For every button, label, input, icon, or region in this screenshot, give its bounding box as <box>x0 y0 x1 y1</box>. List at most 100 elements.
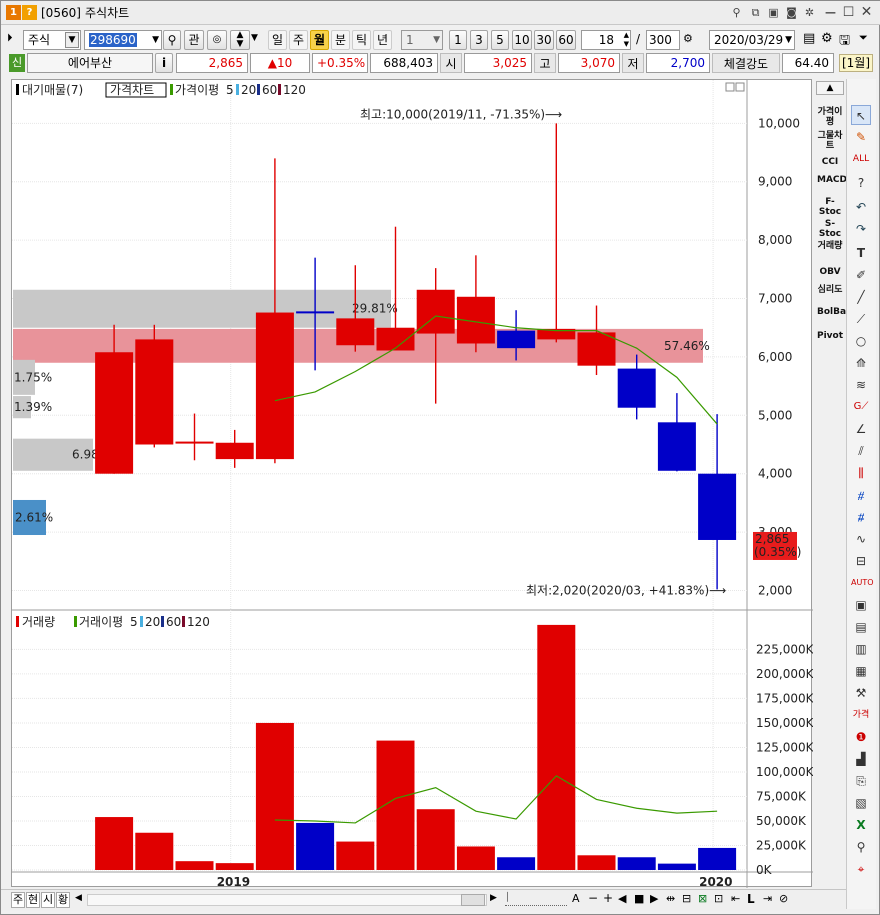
arrow-left-icon[interactable]: ⇤ <box>731 892 740 905</box>
grid-icon[interactable]: ▦ <box>851 661 871 681</box>
ruler-icon[interactable]: ▟ <box>851 749 871 769</box>
regression-icon[interactable]: ⊟ <box>851 551 871 571</box>
indicator-macd[interactable]: MACD <box>817 175 847 185</box>
count-stepper[interactable]: 18 ▲ ▼ <box>581 30 631 50</box>
bottom-tab-hwang[interactable]: 황 <box>56 892 70 908</box>
date-picker[interactable]: 2020/03/29 ▼ <box>709 30 795 50</box>
search-icon[interactable]: ⚲ <box>163 30 181 50</box>
max-count-input[interactable]: 300 <box>646 30 680 50</box>
indicator-fstoc[interactable]: F-Stoc <box>817 197 843 217</box>
expand-icon[interactable]: ⏷ <box>859 31 868 45</box>
zoom-in-icon[interactable]: + <box>603 891 613 905</box>
tool-icon[interactable]: ⚒ <box>851 683 871 703</box>
indicator-obv[interactable]: OBV <box>817 267 843 277</box>
camera-icon[interactable]: ◙ <box>784 5 799 20</box>
min-60-button[interactable]: 60 <box>556 30 576 50</box>
export-icon[interactable]: ⊠ <box>698 892 707 905</box>
indicator-cci[interactable]: CCI <box>817 157 843 167</box>
chart-area[interactable]: 10,0009,0008,0007,0006,0005,0004,0003,00… <box>11 79 815 889</box>
save-small-icon[interactable]: ⊟ <box>682 892 691 905</box>
min-3-button[interactable]: 3 <box>470 30 488 50</box>
help-icon[interactable]: ? <box>22 5 37 20</box>
min-1-button[interactable]: 1 <box>449 30 467 50</box>
tab-tick[interactable]: 틱 <box>352 30 371 50</box>
settings-icon[interactable]: ⚙ <box>683 32 693 45</box>
save-icon[interactable]: 🖫 <box>839 31 850 53</box>
line-icon[interactable]: ╱ <box>851 287 871 307</box>
market-select[interactable]: 주식 ▼ <box>23 30 81 50</box>
undo-icon[interactable]: ↶ <box>851 197 871 217</box>
bottom-tab-hyeon[interactable]: 현 <box>26 892 40 908</box>
interval-select[interactable]: 1 ▼ <box>401 30 443 50</box>
code-input[interactable]: 298690 ▼ <box>84 30 162 50</box>
doc-icon[interactable]: ▤ <box>851 617 871 637</box>
copy-icon[interactable]: ▣ <box>766 5 781 20</box>
indicator-net[interactable]: 그물차트 <box>817 131 843 151</box>
scroll-thumb[interactable] <box>461 894 485 906</box>
scroll-up-button[interactable]: ▲ <box>816 81 844 95</box>
arrow-right-icon[interactable]: ⇥ <box>763 892 772 905</box>
bottom-tab-ju[interactable]: 주 <box>11 892 25 908</box>
zoom-slider[interactable] <box>505 894 567 906</box>
cursor-icon[interactable]: ↖ <box>851 105 871 125</box>
print-icon[interactable]: ▤ <box>803 31 815 46</box>
min-10-button[interactable]: 10 <box>512 30 532 50</box>
pane-maximize-icon[interactable] <box>725 82 735 92</box>
horizontal-scrollbar[interactable] <box>87 894 487 906</box>
chart-svg[interactable]: 10,0009,0008,0007,0006,0005,0004,0003,00… <box>12 80 815 889</box>
bottom-tab-si[interactable]: 시 <box>41 892 55 908</box>
indicator-sstoc[interactable]: S-Stoc <box>817 219 843 239</box>
l-icon[interactable]: L <box>747 892 755 906</box>
config-icon[interactable]: ⚙ <box>821 31 833 46</box>
marker-icon[interactable]: ✐ <box>851 265 871 285</box>
zoom-thumb[interactable]: ⏐ <box>505 893 510 903</box>
tab-day[interactable]: 일 <box>268 30 287 50</box>
min-30-button[interactable]: 30 <box>534 30 554 50</box>
excel-icon[interactable]: X <box>851 815 871 835</box>
window-icon[interactable]: ▣ <box>851 595 871 615</box>
print-small-icon[interactable]: ⊡ <box>714 892 723 905</box>
alert-icon[interactable]: ❶ <box>851 727 871 747</box>
pin-icon[interactable]: ⚲ <box>729 5 744 20</box>
parallel-icon[interactable]: ≋ <box>851 375 871 395</box>
indicator-bolband[interactable]: BolBand <box>817 307 859 317</box>
pane-close-icon[interactable] <box>735 82 745 92</box>
all-icon[interactable]: ALL <box>851 149 871 169</box>
trendline-icon[interactable]: ⟋ <box>851 309 871 329</box>
fibo-icon[interactable]: ⧣ <box>851 485 871 505</box>
eraser-icon[interactable]: ✎ <box>851 127 871 147</box>
report-icon[interactable]: ▧ <box>851 793 871 813</box>
link-icon[interactable]: ⧉ <box>748 5 763 20</box>
indicator-pivot[interactable]: Pivot <box>817 331 843 341</box>
next-icon[interactable]: ▶ <box>650 892 658 905</box>
gann-icon[interactable]: G⟋ <box>851 397 871 417</box>
wave-icon[interactable]: ∿ <box>851 529 871 549</box>
indicator-psy[interactable]: 심리도 <box>817 285 843 295</box>
zoom-out-icon[interactable]: − <box>588 891 598 905</box>
fan-icon[interactable]: ⟰ <box>851 353 871 373</box>
speed-icon[interactable]: ⫽ <box>851 441 871 461</box>
scroll-left-icon[interactable]: ◀ <box>75 893 82 903</box>
info-button[interactable]: i <box>155 53 173 73</box>
dropdown-icon[interactable]: ▼ <box>251 33 258 43</box>
indicator-volume[interactable]: 거래량 <box>817 241 843 251</box>
min-5-button[interactable]: 5 <box>491 30 509 50</box>
close-icon[interactable]: ✕ <box>859 5 874 20</box>
magnify-icon[interactable]: ⚲ <box>851 837 871 857</box>
price-icon[interactable]: 가격 <box>851 705 871 725</box>
tab-month[interactable]: 월 <box>310 30 329 50</box>
minimize-icon[interactable]: — <box>823 5 838 20</box>
text-a-icon[interactable]: A <box>572 892 580 905</box>
zoom-doc-icon[interactable]: ⎘ <box>851 771 871 791</box>
angle-icon[interactable]: ∠ <box>851 419 871 439</box>
tab-year[interactable]: 년 <box>373 30 392 50</box>
maximize-icon[interactable]: ☐ <box>841 5 856 20</box>
redo-icon[interactable]: ↷ <box>851 219 871 239</box>
nav-arrow-icon[interactable]: ⏵ <box>7 31 13 45</box>
stop-icon[interactable]: ■ <box>634 892 644 905</box>
text-icon[interactable]: T <box>851 243 871 263</box>
scroll-right-icon[interactable]: ▶ <box>490 893 497 903</box>
question-icon[interactable]: ? <box>851 173 871 193</box>
gear-icon[interactable]: ✲ <box>802 5 817 20</box>
crosshair-icon[interactable]: ⌖ <box>851 859 871 879</box>
